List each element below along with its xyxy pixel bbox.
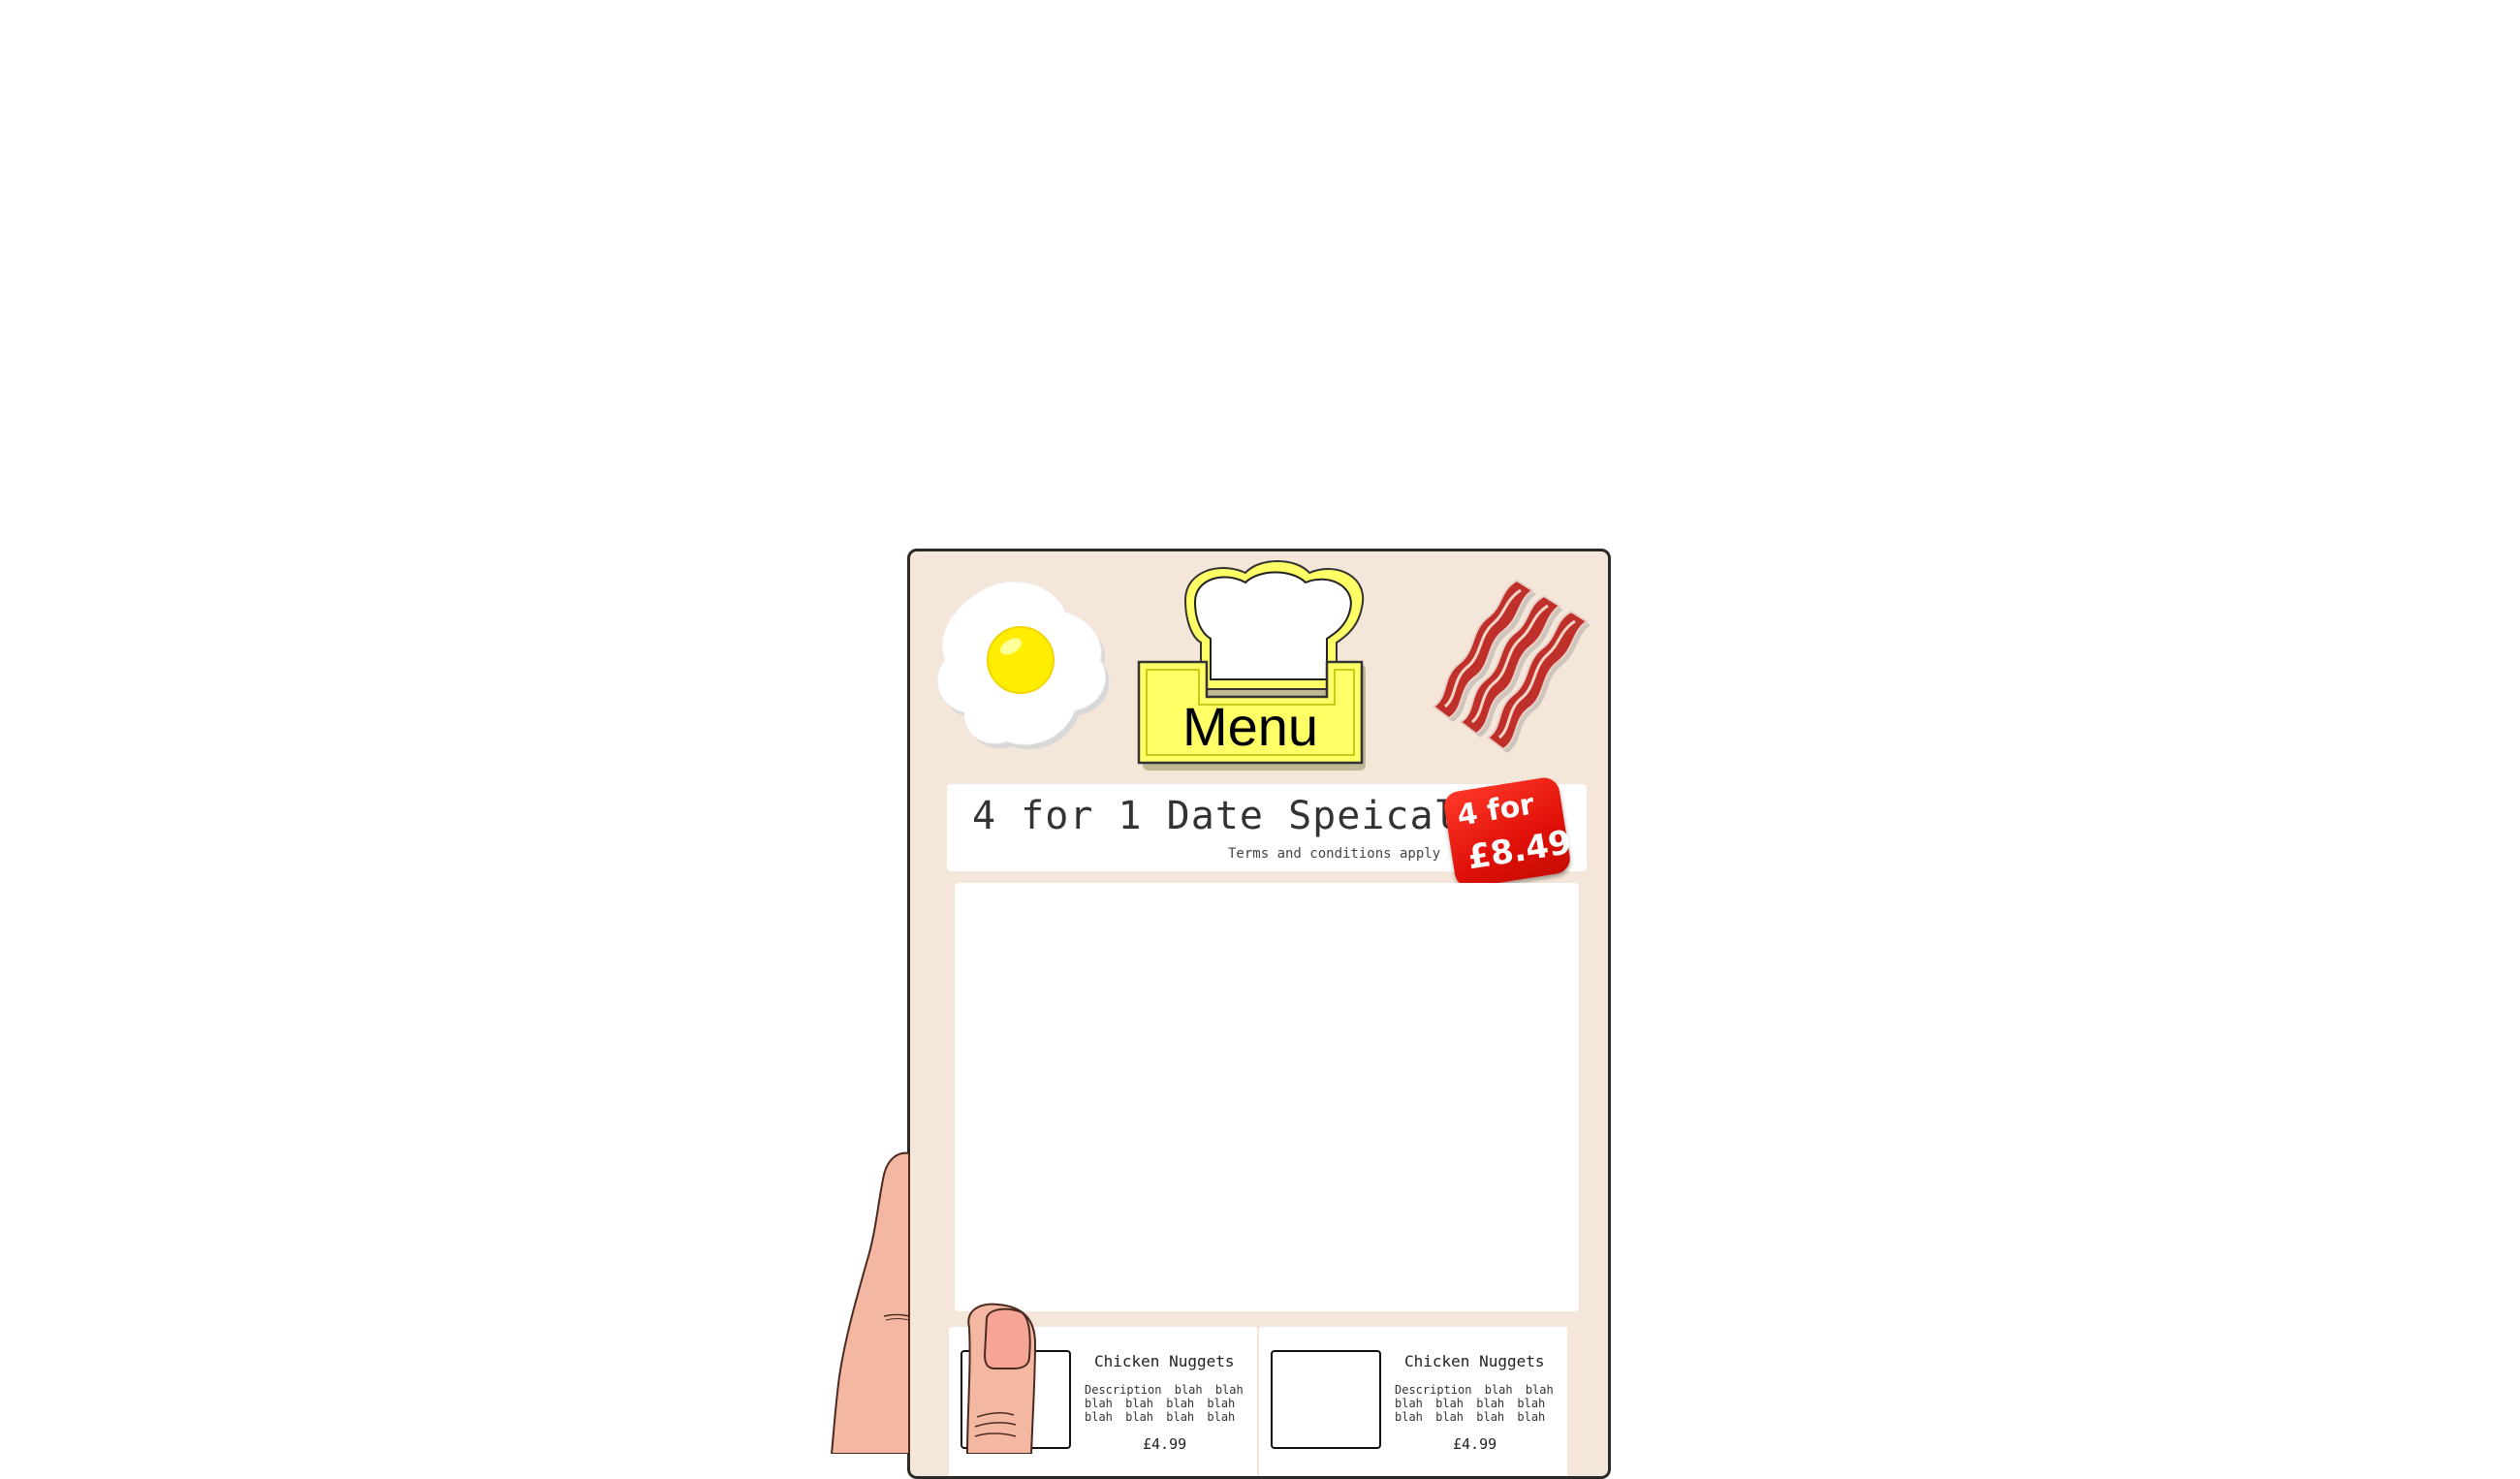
menu-item-description: Description blah blah blah blah blah bla… — [1085, 1383, 1244, 1424]
menu-item-image — [1271, 1350, 1381, 1449]
illustration-scene: Menu 4 for 1 Date Speical Terms and cond… — [0, 0, 2520, 1479]
menu-item-card[interactable]: Chicken Nuggets Description blah blah bl… — [949, 1327, 1257, 1476]
menu-board-device: Menu 4 for 1 Date Speical Terms and cond… — [907, 549, 1611, 1479]
menu-item-description: Description blah blah blah blah blah bla… — [1395, 1383, 1554, 1424]
menu-header-art: Menu — [936, 560, 1591, 771]
bacon-icon — [1432, 579, 1591, 753]
menu-item-price: £4.99 — [1453, 1435, 1497, 1453]
menu-item-card[interactable]: Chicken Nuggets Description blah blah bl… — [1259, 1327, 1567, 1476]
menu-item-title: Chicken Nuggets — [1094, 1352, 1235, 1370]
terms-text: Terms and conditions apply — [1228, 846, 1441, 862]
special-title: 4 for 1 Date Speical — [972, 794, 1459, 838]
menu-item-title: Chicken Nuggets — [1404, 1352, 1545, 1370]
menu-sign-label: Menu — [1182, 696, 1318, 757]
chef-hat-icon: Menu — [1137, 560, 1366, 771]
fried-egg-icon — [936, 581, 1110, 750]
price-badge: 4 for £8.49 — [1441, 775, 1574, 890]
menu-item-image — [961, 1350, 1071, 1449]
hand-palm — [830, 1151, 910, 1454]
menu-item-price: £4.99 — [1143, 1435, 1187, 1453]
hero-image-placeholder[interactable] — [955, 883, 1579, 1311]
